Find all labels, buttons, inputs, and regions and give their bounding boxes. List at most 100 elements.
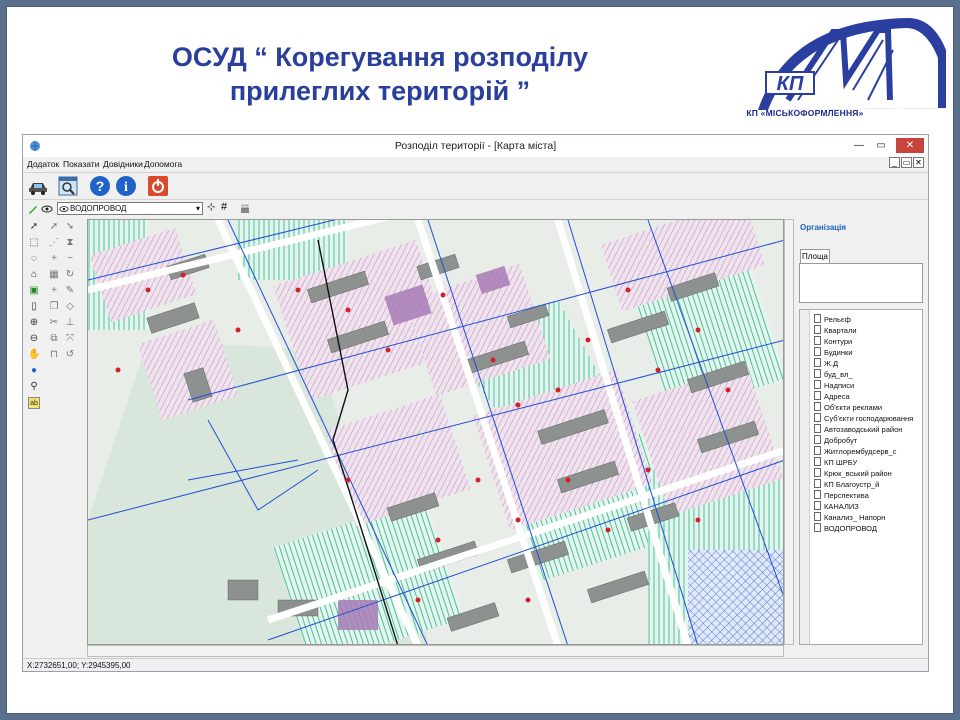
scissors-icon[interactable]: ✂ [48,317,60,329]
document-icon [814,457,821,466]
hourglass-icon[interactable]: ⧗ [64,237,76,249]
layer-list-item[interactable]: Суб'єкти господарювання [814,413,913,424]
window-titlebar: Розподіл території - [Карта міста] — ▭ ✕ [23,135,928,157]
layer-select[interactable]: ВОДОПРОВОД ▾ [57,202,203,215]
layer-label: Адреса [824,392,850,401]
layer-list-item[interactable]: Автозаводський район [814,424,902,435]
document-icon [814,380,821,389]
mdi-restore-button[interactable]: ▭ [901,157,912,168]
tool-palette: ➚ ➚ ➘ ⬚ ⋰ ⧗ ◌ + − ⌂ ▦ ↻ ▣ + ✎ ▯ ❐ ◇ ⊕ ✂ … [26,219,84,659]
arrow-select-icon[interactable]: ➚ [28,221,40,233]
menu-item-dopomoga[interactable]: Допомога [144,159,182,169]
document-icon [814,479,821,488]
document-icon [814,336,821,345]
layer-label: КАНАЛИЗ [824,502,859,511]
horizontal-scrollbar[interactable] [87,645,784,657]
layer-label: Контури [824,337,853,346]
merge-icon[interactable]: ⧉ [48,333,60,345]
layer-label: Квартали [824,326,857,335]
mdi-minimize-button[interactable]: _ [889,157,900,168]
layer-list-item[interactable]: Перспектива [814,490,869,501]
slide-title-line-1: ОСУД “ Корегування розподілу [171,42,589,72]
add-node-icon[interactable]: + [48,285,60,297]
snap-icon[interactable]: ⊹ [207,202,215,213]
layer-list-item[interactable]: Квартали [814,325,857,336]
layer-label: буд_вл_ [824,370,853,379]
measure-icon[interactable]: ⚲ [28,381,40,393]
layer-list-item[interactable]: КП Благоустр_й [814,479,879,490]
info-tool-icon[interactable]: ● [28,365,40,377]
node-icon[interactable]: ⋰ [48,237,60,249]
eye-icon[interactable] [41,203,53,215]
layer-list-item[interactable]: Ж.Д [814,358,838,369]
search-window-icon[interactable] [57,175,79,197]
car-icon[interactable] [27,175,49,197]
layer-list-item[interactable]: Крюк_вський район [814,468,892,479]
lock-icon[interactable]: ⊓ [48,349,60,361]
minus-icon[interactable]: − [64,253,76,265]
layer-list-scrollbar[interactable] [800,310,810,644]
layer-list-item[interactable]: Житлорембудсерв_с [814,446,896,457]
chevron-down-icon[interactable]: ▾ [196,203,200,214]
layer-list-item[interactable]: КАНАЛИЗ [814,501,859,512]
vertical-scrollbar[interactable] [784,219,794,645]
layer-list-item[interactable]: Об'єкти реклами [814,402,882,413]
document-icon [814,358,821,367]
area-info-box [799,263,923,303]
rotate-icon[interactable]: ↻ [64,269,76,281]
mdi-close-button[interactable]: ✕ [913,157,924,168]
layer-list-item[interactable]: Канализ_ Напорн [814,512,885,523]
layer-list-item[interactable]: ВОДОПРОВОД [814,523,877,534]
maximize-button[interactable]: ▭ [874,138,888,153]
zoom-out-icon[interactable]: ⊖ [28,333,40,345]
diamond-icon[interactable]: ◇ [64,301,76,313]
hand-pan-icon[interactable]: ✋ [28,349,40,361]
layer-list-item[interactable]: Контури [814,336,852,347]
layer-list-item[interactable]: Будинки [814,347,852,358]
refresh-icon[interactable]: ↺ [64,349,76,361]
layer-list-item[interactable]: КП ШРБУ [814,457,857,468]
layer-list-item[interactable]: буд_вл_ [814,369,853,380]
logo-caption: КП «МІСЬКОФОРМЛЕННЯ» [746,108,864,118]
arrow-select-alt-icon[interactable]: ➚ [48,221,60,233]
minimize-button[interactable]: — [852,138,866,153]
copy-icon[interactable]: ❐ [48,301,60,313]
layer-list-item[interactable]: Рельєф [814,314,851,325]
menu-item-dovidnyky[interactable]: Довідники [103,159,143,169]
edit-node-icon[interactable]: ✎ [64,285,76,297]
grid-icon[interactable]: # [221,201,227,213]
print-icon[interactable] [239,203,251,215]
pencil-icon[interactable] [27,203,39,215]
plus-icon[interactable]: + [48,253,60,265]
close-button[interactable]: ✕ [896,138,924,153]
app-window: Розподіл території - [Карта міста] — ▭ ✕… [22,134,929,672]
menu-item-dodatok[interactable]: Додаток [27,159,59,169]
document-icon [814,402,821,411]
building-icon[interactable]: ⌂ [28,269,40,281]
zoom-in-icon[interactable]: ⊕ [28,317,40,329]
page-icon[interactable]: ▯ [28,301,40,313]
tab-ploshcha[interactable]: Площа [800,249,830,263]
menu-item-pokazaty[interactable]: Показати [63,159,99,169]
select-box-icon[interactable]: ⬚ [28,237,40,249]
info-icon[interactable]: i [115,175,137,197]
power-icon[interactable] [147,175,169,197]
arrow-down-icon[interactable]: ➘ [64,221,76,233]
lasso-icon[interactable]: ◌ [28,253,40,265]
layer-list-item[interactable]: Надписи [814,380,854,391]
city-map[interactable] [87,219,784,645]
expand-icon[interactable]: ⤧ [64,333,76,345]
document-icon [814,424,821,433]
layer-list-item[interactable]: Добробут [814,435,857,446]
company-logo: КП [758,18,946,110]
label-tool-icon[interactable]: ab [28,397,40,409]
document-icon [814,435,821,444]
layer-list-item[interactable]: Адреса [814,391,850,402]
blocks-icon[interactable]: ▦ [48,269,60,281]
eye-icon [59,206,69,212]
window-title: Розподіл території - [Карта міста] [394,140,557,152]
help-icon[interactable]: ? [89,175,111,197]
layer-label: Перспектива [824,491,869,500]
stamp-icon[interactable]: ⊥ [64,317,76,329]
document-add-icon[interactable]: ▣ [28,285,40,297]
